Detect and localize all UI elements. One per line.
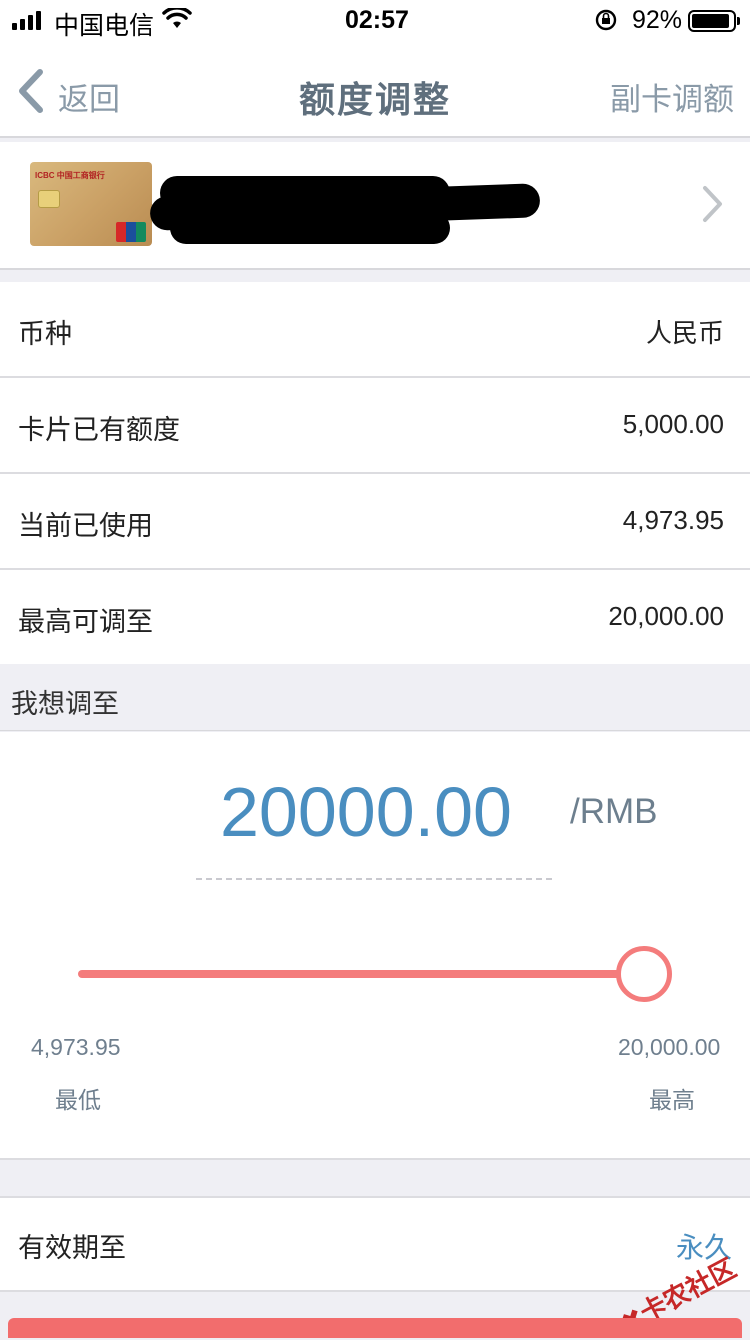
- amount-unit: /RMB: [570, 792, 658, 831]
- used-amount-row: 当前已使用 4,973.95: [0, 474, 750, 570]
- wifi-icon: [162, 8, 192, 28]
- orientation-lock-icon: [595, 9, 617, 31]
- carrier-name: 中国电信: [54, 12, 155, 40]
- min-value: 4,973.95: [31, 1034, 121, 1060]
- validity-row[interactable]: 有效期至 永久: [0, 1196, 750, 1292]
- current-limit-label: 卡片已有额度: [18, 415, 180, 445]
- unionpay-logo: [116, 222, 146, 242]
- used-amount-label: 当前已使用: [18, 511, 153, 541]
- min-label: 最低: [55, 1087, 101, 1113]
- nav-bar: 返回 额度调整 副卡调额: [0, 40, 750, 138]
- slider-thumb[interactable]: [616, 946, 672, 1002]
- back-label: 返回: [58, 82, 120, 117]
- battery-icon: [688, 10, 744, 32]
- amount-panel: 20000.00 /RMB 4,973.95 最低 20,000.00 最高: [0, 732, 750, 1160]
- submit-button[interactable]: [8, 1318, 742, 1338]
- section-header: 我想调至: [0, 664, 750, 731]
- card-chip-icon: [38, 190, 60, 208]
- battery-percent: 92%: [632, 6, 683, 34]
- credit-card-image: ICBC 中国工商银行: [30, 162, 152, 246]
- max-adjustable-label: 最高可调至: [18, 607, 153, 637]
- card-selector[interactable]: ICBC 中国工商银行: [0, 142, 750, 270]
- target-amount-input[interactable]: 20000.00: [220, 772, 512, 852]
- supplementary-card-adjust-button[interactable]: 副卡调额: [610, 74, 734, 119]
- current-limit-value: 5,000.00: [622, 409, 724, 439]
- currency-value: 人民币: [645, 318, 724, 348]
- max-value: 20,000.00: [618, 1034, 721, 1060]
- page-title: 额度调整: [299, 79, 452, 120]
- status-time: 02:57: [345, 6, 409, 34]
- currency-label: 币种: [18, 319, 72, 349]
- signal-strength-icon: [12, 10, 48, 30]
- max-adjustable-value: 20,000.00: [608, 601, 724, 631]
- bank-logo: ICBC 中国工商银行: [35, 171, 105, 180]
- limit-slider[interactable]: [78, 946, 672, 1002]
- status-bar: 中国电信 02:57 92%: [0, 0, 750, 40]
- redacted-card-info: [149, 172, 541, 252]
- validity-label: 有效期至: [18, 1233, 126, 1263]
- currency-row: 币种 人民币: [0, 282, 750, 378]
- chevron-right-icon: [703, 186, 722, 222]
- amount-underline: [196, 878, 552, 880]
- back-button[interactable]: 返回: [14, 66, 134, 117]
- max-adjustable-row: 最高可调至 20,000.00: [0, 570, 750, 666]
- chevron-left-icon: [19, 69, 43, 113]
- max-label: 最高: [649, 1087, 695, 1113]
- slider-track: [78, 970, 644, 978]
- current-limit-row: 卡片已有额度 5,000.00: [0, 378, 750, 474]
- used-amount-value: 4,973.95: [622, 505, 724, 535]
- target-amount-section-label: 我想调至: [11, 689, 119, 719]
